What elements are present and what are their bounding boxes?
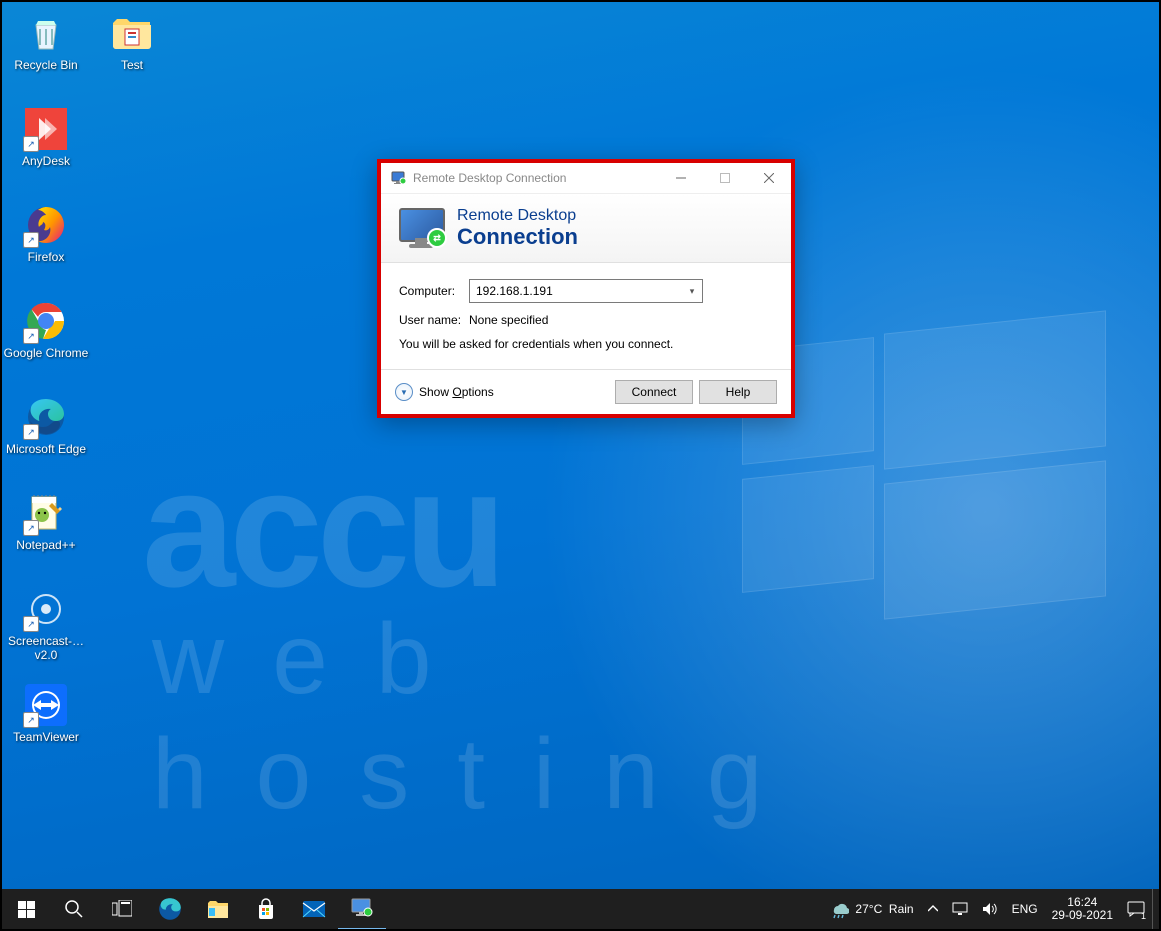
chevron-down-circle-icon: ▼: [395, 383, 413, 401]
search-button[interactable]: [50, 889, 98, 929]
desktop-icon-label: Test: [89, 58, 175, 72]
taskbar-microsoft-store[interactable]: [242, 889, 290, 929]
desktop-icon-label: Firefox: [3, 250, 89, 264]
weather-desc: Rain: [889, 902, 914, 916]
screencast-icon: ↗: [25, 588, 67, 630]
minimize-button[interactable]: [659, 163, 703, 193]
desktop-icon-notepadpp[interactable]: ↗ Notepad++: [8, 492, 84, 570]
notification-count: 1: [1141, 911, 1146, 921]
taskbar-file-explorer[interactable]: [194, 889, 242, 929]
shortcut-arrow-icon: ↗: [23, 136, 39, 152]
rdc-title-icon: [391, 170, 407, 186]
dialog-title: Remote Desktop Connection: [413, 171, 659, 185]
tray-overflow[interactable]: [921, 889, 945, 929]
maximize-button[interactable]: [703, 163, 747, 193]
computer-combobox[interactable]: ▾: [469, 279, 703, 303]
folder-icon: [111, 12, 153, 54]
desktop-icon-anydesk[interactable]: ↗ AnyDesk: [8, 108, 84, 186]
close-button[interactable]: [747, 163, 791, 193]
tray-volume-icon[interactable]: [975, 889, 1005, 929]
taskbar-rdc[interactable]: [338, 888, 386, 929]
desktop[interactable]: accu web hosting Recycle Bin ↗ AnyDesk: [2, 2, 1159, 929]
desktop-icon-label: Google Chrome: [3, 346, 89, 360]
chrome-icon: ↗: [25, 300, 67, 342]
desktop-icon-label: Screencast-… v2.0: [3, 634, 89, 662]
task-view-button[interactable]: [98, 889, 146, 929]
desktop-icon-label: AnyDesk: [3, 154, 89, 168]
tray-monitor-icon[interactable]: [945, 889, 975, 929]
username-value: None specified: [469, 313, 548, 327]
username-label: User name:: [399, 313, 469, 327]
taskbar: 27°C Rain ENG 16:24 29-09-2021 1: [2, 889, 1159, 929]
rdc-banner-icon: ⇄: [397, 206, 445, 250]
desktop-icon-label: TeamViewer: [3, 730, 89, 744]
shortcut-arrow-icon: ↗: [23, 712, 39, 728]
desktop-icon-label: Recycle Bin: [3, 58, 89, 72]
banner-line2: Connection: [457, 225, 578, 249]
connect-button[interactable]: Connect: [615, 380, 693, 404]
watermark-tagline: web hosting: [152, 602, 1159, 832]
windows-background-logo: [742, 322, 1112, 642]
shortcut-arrow-icon: ↗: [23, 424, 39, 440]
teamviewer-icon: ↗: [25, 684, 67, 726]
desktop-icon-label: Notepad++: [3, 538, 89, 552]
shortcut-arrow-icon: ↗: [23, 616, 39, 632]
desktop-icon-label: Microsoft Edge: [3, 442, 89, 456]
computer-input[interactable]: [470, 281, 682, 301]
help-button[interactable]: Help: [699, 380, 777, 404]
desktop-icon-recycle-bin[interactable]: Recycle Bin: [8, 12, 84, 90]
dialog-banner: ⇄ Remote Desktop Connection: [381, 194, 791, 263]
start-button[interactable]: [2, 889, 50, 929]
taskbar-edge[interactable]: [146, 889, 194, 929]
desktop-icon-chrome[interactable]: ↗ Google Chrome: [8, 300, 84, 378]
show-options-toggle[interactable]: ▼ Show Options: [395, 383, 494, 401]
shortcut-arrow-icon: ↗: [23, 520, 39, 536]
taskbar-mail[interactable]: [290, 889, 338, 929]
dialog-titlebar[interactable]: Remote Desktop Connection: [381, 163, 791, 194]
edge-icon: ↗: [25, 396, 67, 438]
system-tray: 27°C Rain ENG 16:24 29-09-2021 1: [822, 889, 1159, 929]
anydesk-icon: ↗: [25, 108, 67, 150]
shortcut-arrow-icon: ↗: [23, 328, 39, 344]
desktop-icons-column-1: Recycle Bin ↗ AnyDesk ↗ Firefox ↗: [8, 12, 94, 780]
credentials-hint: You will be asked for credentials when y…: [399, 337, 773, 351]
desktop-icons-column-2: Test: [94, 12, 170, 108]
notepadpp-icon: ↗: [25, 492, 67, 534]
weather-temp: 27°C: [855, 902, 882, 916]
tray-language[interactable]: ENG: [1005, 889, 1045, 929]
clock-date: 29-09-2021: [1052, 909, 1113, 922]
tray-clock[interactable]: 16:24 29-09-2021: [1045, 889, 1120, 929]
recycle-bin-icon: [25, 12, 67, 54]
show-options-label: Show Options: [419, 385, 494, 399]
firefox-icon: ↗: [25, 204, 67, 246]
desktop-icon-screencast[interactable]: ↗ Screencast-… v2.0: [8, 588, 84, 666]
remote-desktop-dialog: Remote Desktop Connection ⇄ Remote Deskt…: [377, 159, 795, 418]
banner-line1: Remote Desktop: [457, 207, 578, 225]
watermark-brand: accu: [142, 432, 501, 625]
desktop-icon-edge[interactable]: ↗ Microsoft Edge: [8, 396, 84, 474]
show-desktop-button[interactable]: [1152, 889, 1159, 929]
shortcut-arrow-icon: ↗: [23, 232, 39, 248]
chevron-down-icon[interactable]: ▾: [682, 281, 702, 301]
desktop-icon-test-folder[interactable]: Test: [94, 12, 170, 90]
action-center-button[interactable]: 1: [1120, 889, 1152, 929]
computer-label: Computer:: [399, 284, 469, 298]
desktop-icon-teamviewer[interactable]: ↗ TeamViewer: [8, 684, 84, 762]
weather-widget[interactable]: 27°C Rain: [822, 889, 920, 929]
desktop-icon-firefox[interactable]: ↗ Firefox: [8, 204, 84, 282]
